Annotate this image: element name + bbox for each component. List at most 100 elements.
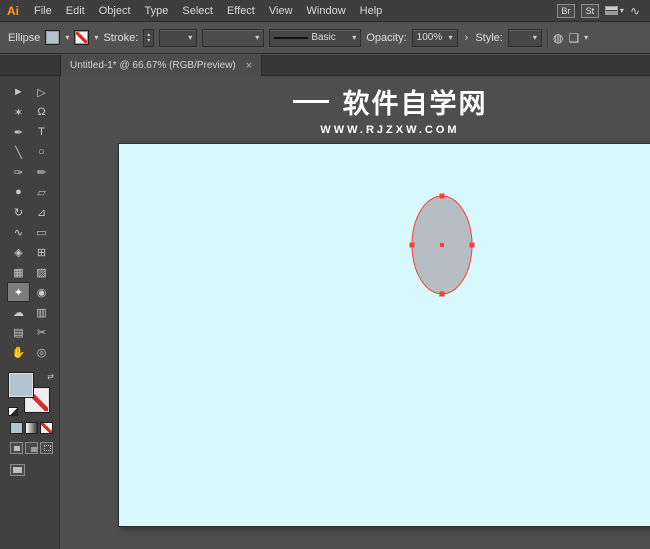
perspective-grid-tool[interactable]: ⊞	[30, 242, 53, 262]
chevron-down-icon: ▾	[188, 34, 192, 42]
direct-selection-tool[interactable]: ▷	[30, 82, 53, 102]
menu-view[interactable]: View	[262, 0, 300, 22]
brush-definition-select[interactable]: Basic ▾	[269, 29, 361, 47]
lasso-tool[interactable]: Ω	[30, 102, 53, 122]
chevron-down-icon: ▾	[255, 34, 259, 42]
draw-behind-button[interactable]	[25, 442, 38, 454]
watermark: 软件自学网 WWW.RJZXW.COM	[180, 82, 600, 136]
opacity-value: 100%	[417, 32, 443, 43]
pencil-tool[interactable]: ✏	[30, 162, 53, 182]
bridge-button[interactable]: Br	[557, 4, 575, 18]
tool-context-label: Ellipse	[8, 32, 40, 44]
rotate-tool[interactable]: ↻	[7, 202, 30, 222]
menu-bar: Ai FileEditObjectTypeSelectEffectViewWin…	[0, 0, 650, 22]
watermark-dash	[293, 100, 329, 103]
slice-tool[interactable]: ✂	[30, 322, 53, 342]
eraser-tool[interactable]: ▱	[30, 182, 53, 202]
color-button[interactable]	[10, 422, 23, 434]
menu-object[interactable]: Object	[92, 0, 138, 22]
close-icon[interactable]: ×	[246, 60, 252, 72]
selection-tool[interactable]: ►	[7, 82, 30, 102]
menu-file[interactable]: File	[27, 0, 59, 22]
stroke-weight-select[interactable]: ▾	[159, 29, 197, 47]
blob-brush-tool[interactable]: ●	[7, 182, 30, 202]
chevron-down-icon: ▾	[352, 34, 356, 42]
opacity-label: Opacity:	[366, 32, 406, 44]
opacity-select[interactable]: 100% ▾	[412, 29, 458, 47]
document-tab-title: Untitled-1* @ 66.67% (RGB/Preview)	[70, 60, 236, 71]
chevron-down-icon[interactable]: ▾	[584, 34, 588, 42]
menu-edit[interactable]: Edit	[59, 0, 92, 22]
stroke-label: Stroke:	[103, 32, 138, 44]
style-label: Style:	[475, 32, 503, 44]
stroke-weight-spinner[interactable]: ▴ ▾	[143, 29, 154, 47]
gradient-button[interactable]	[25, 422, 38, 434]
style-select[interactable]: ▾	[508, 29, 542, 47]
ellipse-tool[interactable]: ○	[30, 142, 53, 162]
menu-select[interactable]: Select	[175, 0, 220, 22]
tools-grid: ►▷✶Ω✒T╲○✑✏●▱↻⊿∿▭◈⊞▦▨✦◉☁▥▤✂✋◎	[7, 82, 53, 362]
recolor-artwork-icon[interactable]: ◍	[553, 31, 563, 45]
divider	[547, 28, 548, 48]
fill-caret-icon[interactable]: ▾	[65, 34, 69, 42]
chevron-down-icon: ▾	[449, 34, 453, 42]
free-transform-tool[interactable]: ▭	[30, 222, 53, 242]
screen-mode-button[interactable]	[10, 464, 25, 476]
draw-inside-button[interactable]	[40, 442, 53, 454]
canvas-area[interactable]: 软件自学网 WWW.RJZXW.COM	[60, 76, 650, 549]
type-tool[interactable]: T	[30, 122, 53, 142]
chevron-down-icon: ▾	[620, 7, 624, 15]
document-tab[interactable]: Untitled-1* @ 66.67% (RGB/Preview) ×	[60, 55, 262, 76]
fill-color-swatch[interactable]	[45, 30, 60, 45]
opacity-panel-button[interactable]: ›	[463, 32, 471, 44]
line-segment-tool[interactable]: ╲	[7, 142, 30, 162]
brush-name: Basic	[311, 32, 335, 43]
draw-normal-button[interactable]	[10, 442, 23, 454]
control-bar: Ellipse ▾ ▾ Stroke: ▴ ▾ ▾ ▾ Basic ▾ Opac…	[0, 22, 650, 54]
blend-tool[interactable]: ◉	[30, 282, 53, 302]
watermark-url: WWW.RJZXW.COM	[180, 124, 600, 136]
swap-fill-stroke-icon[interactable]: ⇄	[47, 372, 54, 381]
brush-stroke-preview	[274, 37, 308, 39]
menu-help[interactable]: Help	[353, 0, 390, 22]
mesh-tool[interactable]: ▦	[7, 262, 30, 282]
shape-builder-tool[interactable]: ◈	[7, 242, 30, 262]
app-logo: Ai	[0, 4, 27, 18]
eyedropper-tool[interactable]: ✦	[7, 282, 30, 302]
paintbrush-tool[interactable]: ✑	[7, 162, 30, 182]
none-button[interactable]	[40, 422, 53, 434]
fill-swatch[interactable]	[8, 372, 34, 398]
stock-button[interactable]: St	[581, 4, 599, 18]
width-tool[interactable]: ∿	[7, 222, 30, 242]
menu-window[interactable]: Window	[300, 0, 353, 22]
drawing-mode-buttons	[10, 442, 53, 454]
menubar-right: Br St ▾ ∿	[557, 4, 650, 18]
gradient-tool[interactable]: ▨	[30, 262, 53, 282]
hand-tool[interactable]: ✋	[7, 342, 30, 362]
stroke-caret-icon[interactable]: ▾	[94, 34, 98, 42]
illustrator-window: Ai FileEditObjectTypeSelectEffectViewWin…	[0, 0, 650, 549]
panel-layout-button[interactable]: ▾	[605, 6, 624, 15]
pen-tool[interactable]: ✒	[7, 122, 30, 142]
scale-tool[interactable]: ⊿	[30, 202, 53, 222]
watermark-title: 软件自学网	[343, 82, 488, 121]
menu-effect[interactable]: Effect	[220, 0, 262, 22]
stroke-color-swatch[interactable]	[74, 30, 89, 45]
magic-wand-tool[interactable]: ✶	[7, 102, 30, 122]
zoom-tool[interactable]: ◎	[30, 342, 53, 362]
menubar-menus: FileEditObjectTypeSelectEffectViewWindow…	[27, 0, 389, 21]
artboard-tool[interactable]: ▤	[7, 322, 30, 342]
chevron-down-icon: ▾	[533, 34, 537, 42]
appearance-buttons	[10, 422, 53, 434]
width-profile-select[interactable]: ▾	[202, 29, 264, 47]
artboard[interactable]	[118, 143, 650, 527]
default-fill-stroke-icon[interactable]	[8, 407, 18, 416]
fill-stroke-control: ⇄	[8, 372, 54, 416]
panel-layout-icon	[605, 6, 618, 15]
spinner-down-icon[interactable]: ▾	[147, 38, 150, 44]
document-setup-icon[interactable]: ❏	[568, 31, 579, 45]
column-graph-tool[interactable]: ▥	[30, 302, 53, 322]
signature-icon: ∿	[630, 4, 640, 18]
symbol-sprayer-tool[interactable]: ☁	[7, 302, 30, 322]
menu-type[interactable]: Type	[138, 0, 176, 22]
